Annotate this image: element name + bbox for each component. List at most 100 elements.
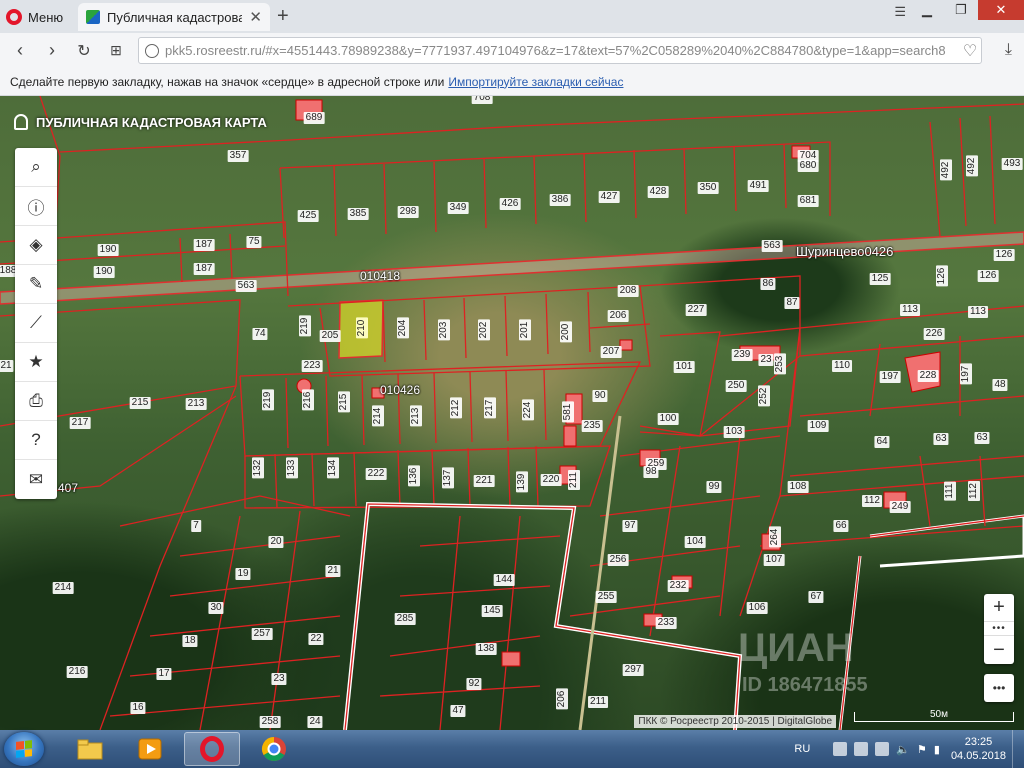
plot-label[interactable]: 113 (900, 304, 920, 316)
plot-label[interactable]: 92 (466, 678, 482, 690)
plot-label[interactable]: 126 (977, 270, 999, 282)
plot-label[interactable]: 17 (156, 668, 172, 680)
toolbar-help-button[interactable]: ? (15, 421, 57, 460)
plot-label[interactable]: 216 (302, 389, 314, 411)
plot-label[interactable]: 205 (319, 330, 341, 342)
plot-label[interactable]: 144 (493, 574, 515, 586)
plot-label[interactable]: 211 (568, 470, 580, 490)
plot-label[interactable]: 63 (933, 433, 949, 445)
plot-label[interactable]: 214 (52, 582, 74, 594)
plot-label[interactable]: 103 (723, 426, 745, 438)
plot-label[interactable]: 190 (97, 244, 119, 256)
plot-label[interactable]: 197 (960, 363, 972, 385)
plot-label[interactable]: 350 (697, 182, 719, 194)
plot-label[interactable]: 220 (540, 474, 562, 486)
plot-label[interactable]: 217 (484, 397, 496, 419)
plot-label[interactable]: 216 (66, 666, 88, 678)
plot-label[interactable]: 21 (325, 565, 341, 577)
plot-label[interactable]: 217 (69, 417, 91, 429)
language-indicator[interactable]: RU (794, 743, 810, 755)
plot-label[interactable]: 219 (299, 315, 311, 337)
plot-label[interactable]: 204 (397, 317, 409, 339)
plot-label[interactable]: 563 (761, 240, 783, 252)
plot-label[interactable]: 425 (297, 210, 319, 222)
speed-dial-button[interactable]: ⊞ (100, 42, 132, 59)
plot-label[interactable]: 22 (308, 633, 324, 645)
plot-label[interactable]: 86 (760, 278, 776, 290)
plot-label[interactable]: 63 (974, 432, 990, 444)
tray-app-icon[interactable] (833, 742, 848, 756)
plot-label[interactable]: 99 (706, 481, 722, 493)
plot-label[interactable]: 258 (259, 716, 281, 728)
plot-label[interactable]: 138 (475, 643, 497, 655)
tab-close-icon[interactable]: ✕ (249, 8, 262, 26)
address-bar[interactable]: pkk5.rosreestr.ru/#x=4551443.78989238&y=… (138, 37, 982, 64)
plot-label[interactable]: 428 (647, 186, 669, 198)
plot-label[interactable]: 256 (607, 554, 629, 566)
network-icon[interactable]: ▮ (934, 743, 940, 756)
toolbar-draw-button[interactable]: ✎ (15, 265, 57, 304)
plot-label[interactable]: 203 (438, 319, 450, 341)
plot-label[interactable]: 215 (338, 391, 350, 413)
plot-label[interactable]: 106 (746, 602, 768, 614)
plot-label[interactable]: 224 (522, 399, 534, 421)
plot-label[interactable]: 197 (879, 371, 901, 383)
plot-label[interactable]: 101 (673, 361, 695, 373)
plot-label[interactable]: 427 (598, 191, 620, 203)
plot-label[interactable]: 221 (473, 475, 495, 487)
plot-label[interactable]: 207 (600, 346, 622, 358)
import-bookmarks-link[interactable]: Импортируйте закладки сейчас (448, 75, 623, 89)
plot-label[interactable]: 47 (450, 705, 466, 717)
plot-label[interactable]: 126 (936, 265, 948, 287)
plot-label[interactable]: 110 (832, 360, 852, 372)
action-center-flag-icon[interactable]: ⚑ (917, 743, 927, 756)
plot-label[interactable]: 349 (447, 202, 469, 214)
forward-button[interactable]: › (36, 40, 68, 61)
plot-label[interactable]: 134 (327, 457, 339, 479)
download-icon[interactable]: ⤓ (1005, 41, 1012, 59)
plot-label[interactable]: 298 (397, 206, 419, 218)
plot-label[interactable]: 563 (235, 280, 257, 292)
taskbar-opera[interactable] (184, 732, 240, 766)
plot-label[interactable]: 214 (372, 405, 384, 427)
plot-label[interactable]: 24 (307, 716, 323, 728)
plot-label[interactable]: 708 (471, 96, 493, 104)
plot-label[interactable]: 223 (301, 360, 323, 372)
plot-label[interactable]: 64 (874, 436, 890, 448)
toolbar-measure-button[interactable]: ⟋ (15, 304, 57, 343)
plot-label[interactable]: 113 (968, 306, 988, 318)
plot-label[interactable]: 75 (246, 236, 262, 248)
plot-label[interactable]: 297 (622, 664, 644, 676)
plot-label[interactable]: 213 (410, 405, 422, 427)
maximize-button[interactable]: ❐ (944, 0, 978, 20)
plot-label[interactable]: 67 (808, 591, 824, 603)
plot-label[interactable]: 18 (182, 635, 198, 647)
plot-label[interactable]: 233 (655, 617, 677, 629)
plot-label[interactable]: 139 (516, 471, 528, 493)
volume-icon[interactable]: 🔈 (896, 743, 910, 756)
plot-label[interactable]: 208 (617, 285, 639, 297)
plot-label[interactable]: 66 (833, 520, 849, 532)
plot-label[interactable]: 126 (993, 249, 1015, 261)
plot-label[interactable]: 87 (784, 297, 800, 309)
plot-label[interactable]: 228 (917, 370, 939, 382)
plot-label[interactable]: 491 (747, 180, 769, 192)
reload-button[interactable]: ↻ (68, 41, 100, 61)
plot-label[interactable]: 250 (725, 380, 747, 392)
plot-label[interactable]: 227 (685, 304, 707, 316)
zoom-slider[interactable]: ••• (984, 622, 1014, 636)
tab-active[interactable]: Публичная кадастровая к ✕ (78, 3, 270, 31)
plot-label[interactable]: 386 (549, 194, 571, 206)
opera-menu-button[interactable]: Меню (6, 6, 63, 28)
plot-label[interactable]: 136 (408, 465, 420, 487)
plot-label[interactable]: 219 (262, 389, 274, 411)
plot-label[interactable]: 48 (992, 379, 1008, 391)
toolbar-favorites-button[interactable]: ★ (15, 343, 57, 382)
zoom-in-button[interactable]: + (984, 594, 1014, 622)
show-desktop-button[interactable] (1012, 730, 1024, 768)
plot-label[interactable]: 90 (592, 390, 608, 402)
close-window-button[interactable]: ✕ (978, 0, 1024, 20)
plot-label[interactable]: 232 (667, 580, 689, 592)
plot-label[interactable]: 235 (581, 420, 603, 432)
toolbar-info-button[interactable]: ⓘ (15, 187, 57, 226)
